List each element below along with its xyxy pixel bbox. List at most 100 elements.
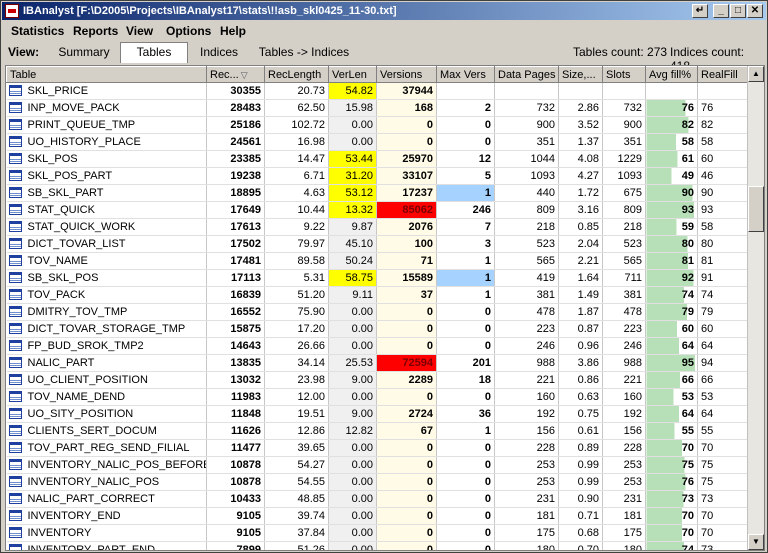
cell-maxv[interactable]: 1: [436, 422, 495, 440]
cell-reclen[interactable]: 6.71: [264, 167, 329, 185]
cell-slots[interactable]: 1093: [602, 167, 646, 185]
col-header-datapages[interactable]: Data Pages: [494, 66, 559, 83]
cell-size[interactable]: 3.16: [558, 201, 603, 219]
cell-versions[interactable]: 67: [376, 422, 437, 440]
cell-slots[interactable]: 253: [602, 473, 646, 491]
cell-maxv[interactable]: 18: [436, 371, 495, 389]
cell-avg[interactable]: 80: [645, 235, 698, 253]
menu-view[interactable]: View: [126, 24, 153, 38]
table-name-cell[interactable]: TOV_PACK: [6, 286, 207, 304]
cell-reclen[interactable]: 37.84: [264, 524, 329, 542]
cell-reclen[interactable]: 39.74: [264, 507, 329, 525]
cell-reclen[interactable]: 62.50: [264, 99, 329, 117]
cell-slots[interactable]: 253: [602, 456, 646, 474]
cell-slots[interactable]: 565: [602, 252, 646, 270]
cell-avg[interactable]: 70: [645, 507, 698, 525]
cell-maxv[interactable]: 201: [436, 354, 495, 372]
table-row[interactable]: DICT_TOVAR_LIST 17502 79.97 45.10 100 3 523 2.0…: [6, 235, 748, 253]
cell-pages[interactable]: 218: [494, 218, 559, 236]
cell-size[interactable]: 0.96: [558, 337, 603, 355]
cell-avg[interactable]: 53: [645, 388, 698, 406]
cell-pages[interactable]: 181: [494, 507, 559, 525]
cell-versions[interactable]: 0: [376, 541, 437, 550]
cell-reclen[interactable]: 16.98: [264, 133, 329, 151]
cell-maxv[interactable]: 12: [436, 150, 495, 168]
cell-size[interactable]: 3.86: [558, 354, 603, 372]
cell-pages[interactable]: 419: [494, 269, 559, 287]
cell-avg[interactable]: 81: [645, 252, 698, 270]
cell-maxv[interactable]: 0: [436, 439, 495, 457]
cell-verlen[interactable]: 50.24: [328, 252, 377, 270]
cell-real[interactable]: 90: [697, 184, 748, 202]
cell-avg[interactable]: 76: [645, 99, 698, 117]
cell-size[interactable]: 0.99: [558, 473, 603, 491]
cell-maxv[interactable]: 0: [436, 320, 495, 338]
cell-size[interactable]: 2.04: [558, 235, 603, 253]
col-header-table[interactable]: Table: [6, 66, 207, 83]
cell-rec[interactable]: 24561: [206, 133, 265, 151]
table-name-cell[interactable]: TOV_NAME: [6, 252, 207, 270]
table-row[interactable]: SB_SKL_POS 17113 5.31 58.75 15589 1 419 1.64 711…: [6, 269, 748, 287]
cell-size[interactable]: 1.87: [558, 303, 603, 321]
table-name-cell[interactable]: FP_BUD_SROK_TMP2: [6, 337, 207, 355]
cell-rec[interactable]: 13835: [206, 354, 265, 372]
cell-real[interactable]: 91: [697, 269, 748, 287]
cell-verlen[interactable]: 0.00: [328, 337, 377, 355]
cell-reclen[interactable]: 10.44: [264, 201, 329, 219]
cell-reclen[interactable]: 12.86: [264, 422, 329, 440]
cell-slots[interactable]: 218: [602, 218, 646, 236]
cell-maxv[interactable]: 0: [436, 303, 495, 321]
cell-real[interactable]: 79: [697, 303, 748, 321]
cell-versions[interactable]: 0: [376, 439, 437, 457]
table-row[interactable]: SKL_POS 23385 14.47 53.44 25970 12 1044 4.08 122…: [6, 150, 748, 168]
cell-reclen[interactable]: 39.65: [264, 439, 329, 457]
cell-slots[interactable]: 192: [602, 405, 646, 423]
cell-verlen[interactable]: 0.00: [328, 388, 377, 406]
title-bar[interactable]: IBAnalyst [F:\D2005\Projects\IBAnalyst17…: [2, 2, 766, 20]
cell-pages[interactable]: 231: [494, 490, 559, 508]
cell-versions[interactable]: 0: [376, 303, 437, 321]
cell-slots[interactable]: 221: [602, 371, 646, 389]
cell-real[interactable]: 94: [697, 354, 748, 372]
cell-slots[interactable]: [602, 82, 646, 100]
cell-real[interactable]: 46: [697, 167, 748, 185]
cell-versions[interactable]: 0: [376, 116, 437, 134]
cell-pages[interactable]: 809: [494, 201, 559, 219]
scroll-down-icon[interactable]: ▼: [748, 534, 764, 550]
cell-maxv[interactable]: 0: [436, 456, 495, 474]
cell-real[interactable]: 64: [697, 337, 748, 355]
cell-pages[interactable]: 351: [494, 133, 559, 151]
cell-rec[interactable]: 11983: [206, 388, 265, 406]
cell-verlen[interactable]: 12.82: [328, 422, 377, 440]
cell-real[interactable]: [697, 82, 748, 100]
cell-size[interactable]: 0.68: [558, 524, 603, 542]
cell-reclen[interactable]: 89.58: [264, 252, 329, 270]
cell-reclen[interactable]: 34.14: [264, 354, 329, 372]
cell-versions[interactable]: 37944: [376, 82, 437, 100]
cell-reclen[interactable]: 79.97: [264, 235, 329, 253]
table-name-cell[interactable]: NALIC_PART: [6, 354, 207, 372]
cell-rec[interactable]: 17502: [206, 235, 265, 253]
cell-reclen[interactable]: 19.51: [264, 405, 329, 423]
cell-slots[interactable]: 478: [602, 303, 646, 321]
tab-indices[interactable]: Indices: [190, 43, 248, 63]
cell-size[interactable]: 0.75: [558, 405, 603, 423]
col-header-realfill[interactable]: RealFill: [697, 66, 748, 83]
cell-avg[interactable]: 82: [645, 116, 698, 134]
cell-rec[interactable]: 9105: [206, 524, 265, 542]
table-name-cell[interactable]: INP_MOVE_PACK: [6, 99, 207, 117]
cell-size[interactable]: 2.86: [558, 99, 603, 117]
cell-versions[interactable]: 25970: [376, 150, 437, 168]
cell-versions[interactable]: 15589: [376, 269, 437, 287]
cell-slots[interactable]: 900: [602, 116, 646, 134]
col-header-reclength[interactable]: RecLength: [264, 66, 329, 83]
cell-avg[interactable]: 66: [645, 371, 698, 389]
cell-versions[interactable]: 168: [376, 99, 437, 117]
cell-size[interactable]: 1.72: [558, 184, 603, 202]
cell-pages[interactable]: 246: [494, 337, 559, 355]
cell-rec[interactable]: 16839: [206, 286, 265, 304]
cell-rec[interactable]: 10433: [206, 490, 265, 508]
cell-size[interactable]: 0.71: [558, 507, 603, 525]
tab-summary[interactable]: Summary: [52, 43, 116, 63]
cell-pages[interactable]: 478: [494, 303, 559, 321]
